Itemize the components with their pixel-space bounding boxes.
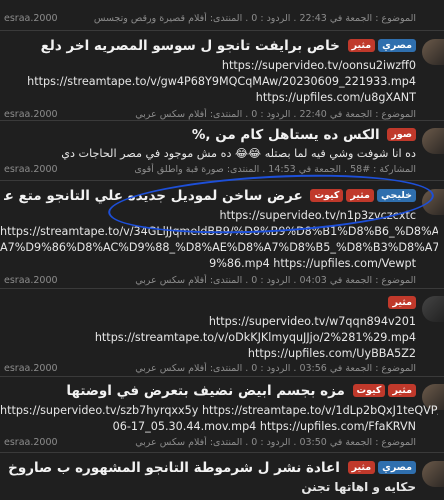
post-title-line[interactable]: مثيركيوت مزه بجسم ابيض نضيف بتعرض في اوض… [4,382,416,400]
post-title[interactable]: مزه بجسم ابيض نضيف بتعرض في اوضتها [66,383,344,399]
divider [0,376,444,377]
post-link[interactable]: https://streamtape.to/v/34GLlJJqmeldBB9/… [0,224,438,240]
post-meta: الموضوع : الجمعة في 03:56 . الردود : 0 .… [4,362,416,375]
divider [0,288,444,289]
post-title[interactable]: عرض ساخن لموديل جديده علي التانجو متع عي… [4,188,303,204]
tag-badge[interactable]: مثير [347,39,376,52]
post-author[interactable]: esraa.2000 [4,362,58,375]
post-title[interactable]: اعادة نشر ل شرموطة التانجو المشهوره ب صا… [4,460,340,476]
divider [0,30,444,31]
tag-badge[interactable]: خليجي [376,189,416,202]
post-item[interactable]: الموضوع : الجمعة في 22:43 . الردود : 0 .… [0,0,444,34]
post-meta-text: الموضوع : الجمعة في 03:50 . الردود : 0 .… [135,437,416,448]
avatar[interactable] [422,189,444,215]
tag-badge[interactable]: مثير [346,189,374,202]
post-link[interactable]: https://supervideo.tv/oonsu2iwzff0 [4,58,416,74]
post-meta: الموضوع : الجمعة في 22:43 . الردود : 0 .… [4,12,416,25]
post-item[interactable]: خليجيمثيركيوت عرض ساخن لموديل جديده علي … [0,187,444,286]
post-item[interactable]: صور الكس ده يستاهل كام من ,% ده انا شوفت… [0,126,444,176]
tag-badge[interactable]: مصري [378,39,416,52]
post-link[interactable]: https://supervideo.tv/szb7hyrqxx5y https… [0,403,438,419]
post-meta-text: الموضوع : الجمعة في 22:43 . الردود : 0 .… [93,13,416,24]
post-feed: الموضوع : الجمعة في 22:43 . الردود : 0 .… [0,0,444,500]
avatar[interactable] [422,461,444,487]
post-link[interactable]: 06-17_05.30.44.mov.mp4 https://upfiles.c… [4,419,416,435]
post-link[interactable]: 9%86.mp4 https://upfiles.com/Vewpt [4,256,416,272]
divider [0,452,444,453]
post-link[interactable]: https://upfiles.com/UyBBA5Z2 [4,346,416,362]
post-item[interactable]: مصريمثير خاص برايفت تانجو ل سوسو المصريه… [0,37,444,120]
post-meta: الموضوع : الجمعة في 04:03 . الردود : 0 .… [4,274,416,287]
post-author[interactable]: esraa.2000 [4,163,58,176]
avatar[interactable] [422,128,444,154]
post-meta-text: الموضوع : الجمعة في 03:56 . الردود : 0 .… [135,363,416,374]
post-excerpt: ده انا شوفت وشي فيه لما بصتله 😂😂 ده مش م… [61,147,416,160]
tag-badge[interactable]: مثير [347,461,376,474]
post-link[interactable]: A7%D9%86%D8%AC%D9%88_%D8%AE%D8%A7%D8%B5_… [0,240,438,256]
post-title[interactable]: الكس ده يستاهل كام من ,% [192,127,380,143]
avatar[interactable] [422,39,444,65]
divider [0,120,444,121]
tag-badge[interactable]: كيوت [310,189,344,202]
post-link[interactable]: https://supervideo.tv/w7qqn894v201 [4,314,416,330]
divider [0,180,444,181]
post-link[interactable]: https://streamtape.to/v/oDkKJKlmyquJJjo/… [4,330,416,346]
tag-badge[interactable]: صور [387,128,416,141]
tag-badge[interactable]: كيوت [352,384,386,397]
post-link[interactable]: https://upfiles.com/u8gXANT [4,90,416,106]
post-meta: الموضوع : الجمعة في 03:50 . الردود : 0 .… [4,436,416,449]
post-title-line[interactable]: مثير [4,294,416,312]
post-author[interactable]: esraa.2000 [4,436,58,449]
post-title[interactable]: خاص برايفت تانجو ل سوسو المصريه اخر دلع [41,38,340,54]
post-meta-text: الموضوع : الجمعة في 04:03 . الردود : 0 .… [135,275,416,286]
post-title-line[interactable]: صور الكس ده يستاهل كام من ,% [4,126,416,144]
post-item[interactable]: مثيركيوت مزه بجسم ابيض نضيف بتعرض في اوض… [0,382,444,448]
tag-badge[interactable]: مصري [378,461,416,474]
post-link[interactable]: https://supervideo.tv/n1p3zvczcxtc [4,208,416,224]
post-title-line[interactable]: خليجيمثيركيوت عرض ساخن لموديل جديده علي … [4,187,416,205]
avatar[interactable] [422,296,444,322]
post-meta: المشاركة : #58 . الجمعة في 14:53 . المنت… [4,163,416,176]
post-title-line[interactable]: مصريمثير خاص برايفت تانجو ل سوسو المصريه… [4,37,416,55]
tag-badge[interactable]: مثير [388,296,416,309]
post-title-continued[interactable]: حكايه و اهاتها تجنن [4,479,416,495]
tag-badge[interactable]: مثير [388,384,416,397]
post-meta-text: المشاركة : #58 . الجمعة في 14:53 . المنت… [134,164,416,175]
post-item[interactable]: مصريمثير اعادة نشر ل شرموطة التانجو المش… [0,459,444,500]
post-link[interactable]: https://streamtape.to/v/gw4P68Y9MQCqMAw/… [4,74,416,90]
post-meta-text: الموضوع : الجمعة في 22:40 . الردود : 0 .… [135,109,416,120]
post-title-line[interactable]: مصريمثير اعادة نشر ل شرموطة التانجو المش… [4,459,416,477]
post-author[interactable]: esraa.2000 [4,12,58,25]
post-author[interactable]: esraa.2000 [4,274,58,287]
post-item[interactable]: مثير https://supervideo.tv/w7qqn894v201 … [0,294,444,374]
